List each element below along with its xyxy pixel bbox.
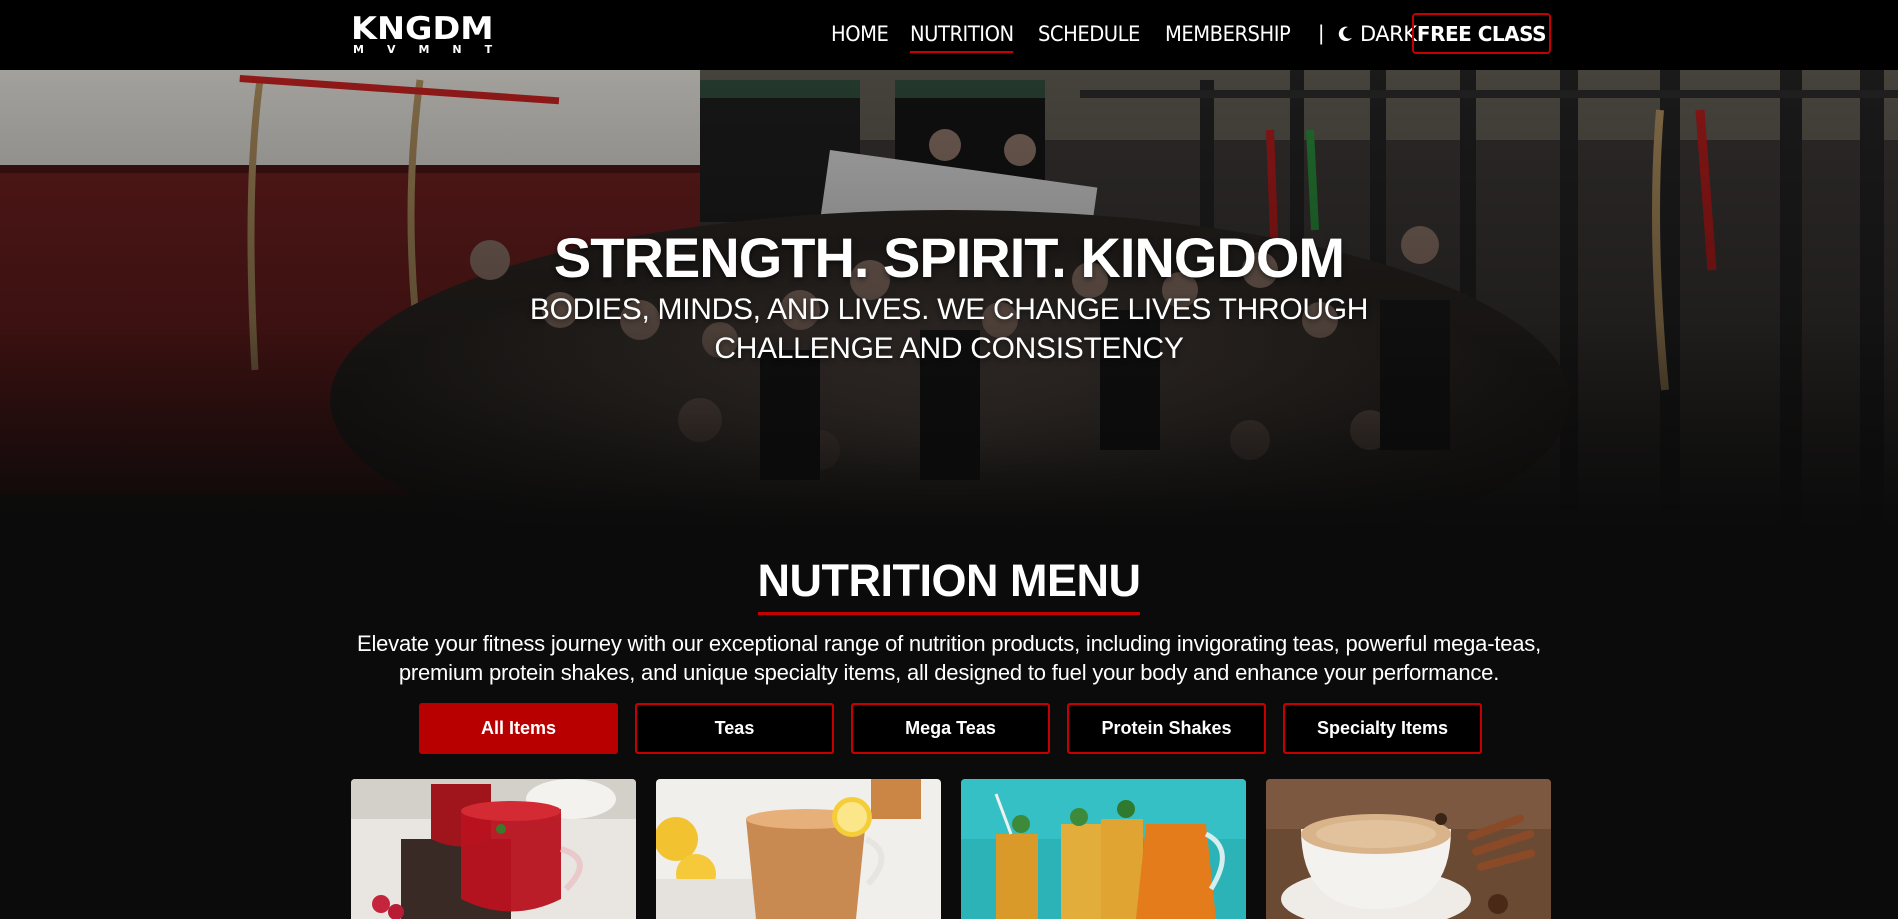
- filter-specialty-items-button[interactable]: Specialty Items: [1283, 703, 1482, 754]
- iced-mega-tea-photo: [961, 779, 1246, 919]
- nutrition-menu-heading: NUTRITION MENU: [0, 556, 1898, 615]
- filter-protein-shakes-button[interactable]: Protein Shakes: [1067, 703, 1266, 754]
- chai-latte-photo: [1266, 779, 1551, 919]
- free-class-button[interactable]: FREE CLASS: [1412, 13, 1551, 54]
- filter-all-items-button[interactable]: All Items: [419, 703, 618, 754]
- nav-link-schedule[interactable]: SCHEDULE: [1038, 17, 1140, 51]
- top-navbar: KNGDM MVMNT HOME NUTRITION SCHEDULE MEMB…: [0, 0, 1898, 70]
- menu-card-iced-tea[interactable]: [961, 779, 1246, 919]
- nutrition-menu-description: Elevate your fitness journey with our ex…: [356, 631, 1542, 685]
- kngdm-logo[interactable]: KNGDM MVMNT: [351, 14, 527, 56]
- menu-card-red-tea[interactable]: [351, 779, 636, 919]
- menu-filter-bar: All Items Teas Mega Teas Protein Shakes …: [419, 703, 1499, 754]
- menu-card-chai-latte[interactable]: [1266, 779, 1551, 919]
- nav-link-nutrition[interactable]: NUTRITION: [909, 17, 1014, 53]
- hero-title: STRENGTH. SPIRIT. KINGDOM: [553, 226, 1345, 289]
- red-berry-tea-photo: [351, 779, 636, 919]
- nav-link-home[interactable]: HOME: [831, 17, 889, 51]
- moon-icon: [1338, 26, 1352, 42]
- hero-subtitle: BODIES, MINDS, AND LIVES. WE CHANGE LIVE…: [529, 293, 1369, 365]
- lemon-tea-photo: [656, 779, 941, 919]
- filter-teas-button[interactable]: Teas: [635, 703, 834, 754]
- filter-mega-teas-button[interactable]: Mega Teas: [851, 703, 1050, 754]
- dark-mode-label: DARK: [1359, 22, 1417, 46]
- menu-card-lemon-tea[interactable]: [656, 779, 941, 919]
- nav-link-membership[interactable]: MEMBERSHIP: [1165, 17, 1291, 51]
- nav-links: HOME NUTRITION SCHEDULE MEMBERSHIP | DAR…: [831, 17, 1417, 53]
- nav-separator: |: [1318, 22, 1324, 45]
- menu-cards: [351, 779, 1571, 919]
- nutrition-menu-title: NUTRITION MENU: [757, 556, 1141, 615]
- logo-main-text: KNGDM: [351, 11, 494, 47]
- dark-mode-toggle[interactable]: DARK: [1336, 22, 1417, 46]
- hero-banner: STRENGTH. SPIRIT. KINGDOM BODIES, MINDS,…: [0, 70, 1898, 530]
